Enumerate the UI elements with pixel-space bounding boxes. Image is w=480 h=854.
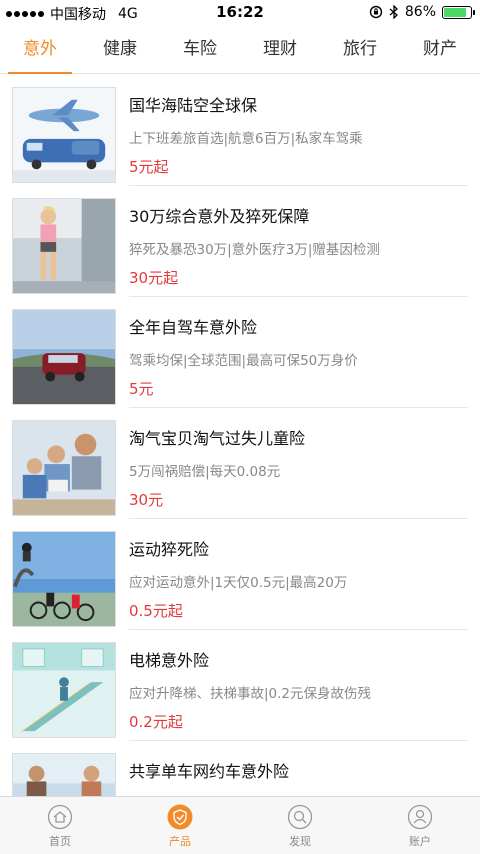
product-title: 国华海陆空全球保 — [129, 96, 258, 115]
product-title: 共享单车网约车意外险 — [129, 762, 290, 781]
product-image-travel — [12, 87, 116, 183]
product-desc: 应对运动意外|1天仅0.5元|最高20万 — [129, 575, 348, 591]
nav-home[interactable]: 首页 — [0, 797, 120, 854]
bottom-nav: 首页 产品 发现 账户 — [0, 796, 480, 854]
status-right: 86% — [369, 4, 475, 20]
discover-icon — [287, 804, 313, 830]
category-tabs: 意外 健康 车险 理财 旅行 财产 — [0, 26, 480, 74]
product-price: 30元 — [129, 491, 164, 509]
nav-discover[interactable]: 发现 — [240, 797, 360, 854]
nav-products[interactable]: 产品 — [120, 797, 240, 854]
battery-icon — [442, 5, 475, 19]
product-title: 全年自驾车意外险 — [129, 318, 258, 337]
product-price: 0.2元起 — [129, 713, 183, 731]
product-image-shared-bike — [12, 753, 116, 796]
product-image-family — [12, 420, 116, 516]
product-desc: 驾乘均保|全球范围|最高可保50万身价 — [129, 353, 358, 369]
product-price: 5元 — [129, 380, 154, 398]
product-image-runner — [12, 198, 116, 294]
product-desc: 猝死及暴恐30万|意外医疗3万|赠基因检测 — [129, 242, 380, 258]
product-list: 国华海陆空全球保 上下班差旅首选|航意6百万|私家车驾乘 5元起 30万综合意外… — [0, 75, 480, 796]
nav-products-label: 产品 — [169, 835, 191, 848]
battery-percent: 86% — [404, 4, 436, 20]
rotation-lock-icon — [369, 5, 383, 19]
product-item[interactable]: 共享单车网约车意外险 — [0, 741, 480, 796]
product-price: 5元起 — [129, 158, 169, 176]
product-item[interactable]: 运动猝死险 应对运动意外|1天仅0.5元|最高20万 0.5元起 — [0, 519, 480, 630]
product-desc: 应对升降梯、扶梯事故|0.2元保身故伤残 — [129, 686, 372, 702]
product-desc: 上下班差旅首选|航意6百万|私家车驾乘 — [129, 131, 363, 147]
product-price: 30元起 — [129, 269, 179, 287]
nav-home-label: 首页 — [49, 835, 71, 848]
tab-finance[interactable]: 理财 — [240, 26, 320, 73]
product-desc: 5万闯祸赔偿|每天0.08元 — [129, 464, 281, 480]
tab-accident[interactable]: 意外 — [0, 26, 80, 74]
bluetooth-icon — [389, 5, 398, 19]
tab-health[interactable]: 健康 — [80, 26, 160, 73]
product-image-sports — [12, 531, 116, 627]
product-image-escalator — [12, 642, 116, 738]
status-bar: 中国移动 4G 16:22 86% — [0, 0, 480, 26]
nav-account[interactable]: 账户 — [360, 797, 480, 854]
account-icon — [407, 804, 433, 830]
product-title: 淘气宝贝淘气过失儿童险 — [129, 429, 306, 448]
product-price: 0.5元起 — [129, 602, 183, 620]
home-icon — [47, 804, 73, 830]
product-item[interactable]: 电梯意外险 应对升降梯、扶梯事故|0.2元保身故伤残 0.2元起 — [0, 630, 480, 741]
product-item[interactable]: 30万综合意外及猝死保障 猝死及暴恐30万|意外医疗3万|赠基因检测 30元起 — [0, 186, 480, 297]
product-item[interactable]: 全年自驾车意外险 驾乘均保|全球范围|最高可保50万身价 5元 — [0, 297, 480, 408]
product-title: 运动猝死险 — [129, 540, 210, 559]
shield-icon — [167, 804, 193, 830]
product-item[interactable]: 国华海陆空全球保 上下班差旅首选|航意6百万|私家车驾乘 5元起 — [0, 75, 480, 186]
product-image-car — [12, 309, 116, 405]
nav-account-label: 账户 — [409, 835, 431, 848]
tab-auto[interactable]: 车险 — [160, 26, 240, 73]
tab-travel[interactable]: 旅行 — [320, 26, 400, 73]
nav-discover-label: 发现 — [289, 835, 311, 848]
tab-property[interactable]: 财产 — [400, 26, 480, 73]
product-item[interactable]: 淘气宝贝淘气过失儿童险 5万闯祸赔偿|每天0.08元 30元 — [0, 408, 480, 519]
product-title: 30万综合意外及猝死保障 — [129, 207, 310, 226]
product-title: 电梯意外险 — [129, 651, 210, 670]
